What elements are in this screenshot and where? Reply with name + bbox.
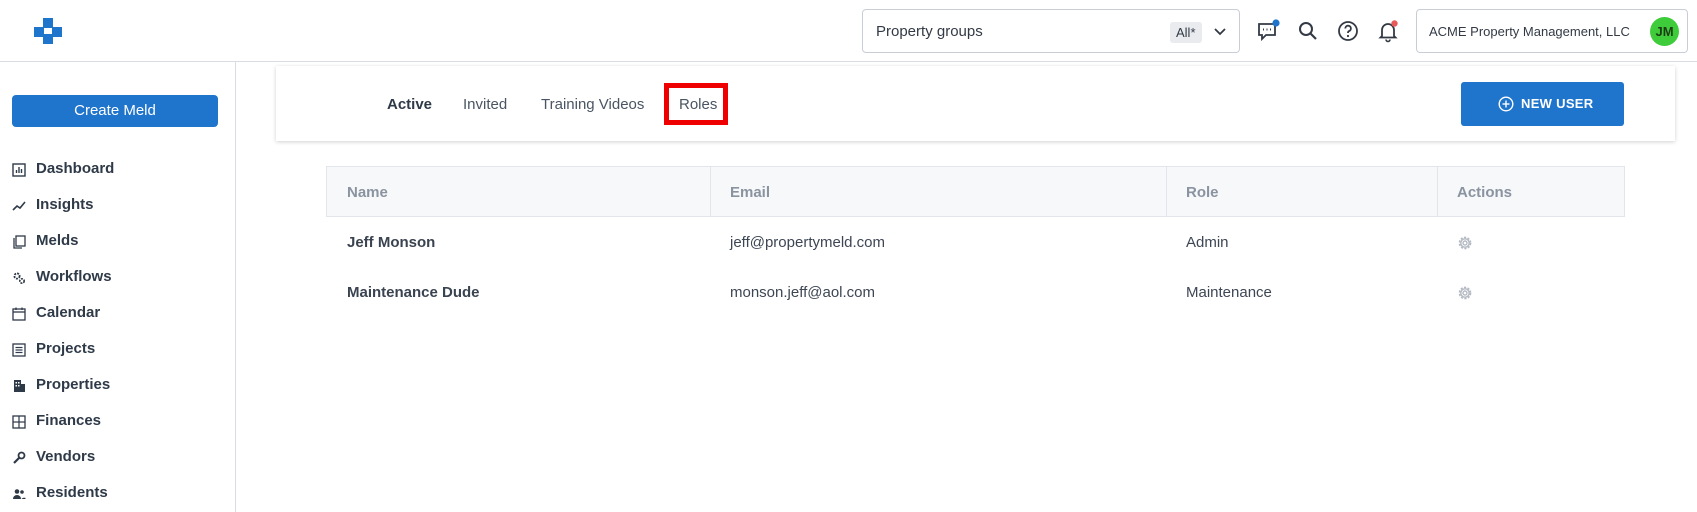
residents-icon [13, 489, 26, 499]
search-icon[interactable] [1296, 19, 1320, 43]
property-groups-badge: All* [1170, 22, 1202, 43]
property-groups-label: Property groups [876, 23, 983, 40]
sidebar-item-label: Finances [36, 412, 102, 429]
sidebar-item-label: Projects [36, 340, 96, 357]
column-header-actions: Actions [1457, 184, 1513, 201]
sidebar-item-label: Properties [36, 376, 111, 393]
vendors-icon [13, 451, 26, 464]
sidebar-item-properties[interactable]: Properties [12, 374, 222, 398]
user-role: Admin [1186, 234, 1229, 251]
tab-active[interactable]: Active [387, 96, 432, 113]
chat-icon[interactable] [1256, 19, 1280, 43]
table-header: Name Email Role Actions [326, 166, 1625, 217]
column-header-name[interactable]: Name [347, 184, 388, 201]
sidebar-item-projects[interactable]: Projects [12, 338, 222, 362]
tab-roles[interactable]: Roles [679, 96, 717, 113]
property-groups-select[interactable]: Property groups All* [862, 9, 1240, 53]
melds-icon [13, 235, 26, 249]
new-user-button[interactable]: NEW USER [1461, 82, 1624, 126]
sidebar-item-calendar[interactable]: Calendar [12, 302, 222, 326]
users-table: Name Email Role Actions Jeff Monson jeff… [326, 166, 1625, 317]
sidebar-item-residents[interactable]: Residents [12, 482, 222, 506]
tab-invited[interactable]: Invited [463, 96, 507, 113]
sidebar-item-finances[interactable]: Finances [12, 410, 222, 434]
column-header-role[interactable]: Role [1186, 184, 1219, 201]
user-name[interactable]: Maintenance Dude [347, 284, 480, 301]
sidebar-item-label: Residents [36, 484, 108, 501]
sidebar-item-vendors[interactable]: Vendors [12, 446, 222, 470]
help-icon[interactable] [1336, 19, 1360, 43]
user-email: jeff@propertymeld.com [730, 234, 886, 251]
column-divider [1166, 167, 1167, 216]
chevron-down-icon [1214, 28, 1226, 36]
workflows-icon [13, 272, 26, 285]
create-meld-button[interactable]: Create Meld [12, 95, 218, 127]
properties-icon [14, 380, 25, 392]
sidebar-item-label: Vendors [36, 448, 96, 465]
sidebar-item-label: Melds [36, 232, 79, 249]
sidebar-item-label: Insights [36, 196, 94, 213]
sidebar-item-label: Dashboard [36, 160, 115, 177]
sidebar-item-dashboard[interactable]: Dashboard [12, 158, 222, 182]
projects-icon [12, 343, 26, 357]
column-divider [710, 167, 711, 216]
table-row: Maintenance Dude monson.jeff@aol.com Mai… [326, 267, 1625, 317]
dashboard-icon [12, 163, 26, 177]
top-bar: Property groups All* ACME Property Manag… [0, 0, 1697, 62]
sidebar-item-insights[interactable]: Insights [12, 194, 222, 218]
column-header-email[interactable]: Email [730, 184, 770, 201]
user-email: monson.jeff@aol.com [730, 284, 876, 301]
account-name: ACME Property Management, LLC [1429, 24, 1630, 39]
finances-icon [12, 415, 26, 429]
sidebar-item-workflows[interactable]: Workflows [12, 266, 222, 290]
avatar[interactable]: JM [1650, 17, 1679, 46]
gear-icon[interactable] [1455, 233, 1475, 253]
user-role: Maintenance [1186, 284, 1272, 301]
new-user-label: NEW USER [1521, 96, 1594, 111]
sidebar-item-melds[interactable]: Melds [12, 230, 222, 254]
sidebar-item-label: Workflows [36, 268, 112, 285]
users-tab-bar: Active Invited Training Videos Roles NEW… [276, 66, 1675, 141]
tab-training-videos[interactable]: Training Videos [541, 96, 644, 113]
column-divider [1437, 167, 1438, 216]
account-switcher[interactable]: ACME Property Management, LLC JM [1416, 9, 1688, 53]
insights-icon [12, 201, 26, 211]
plus-circle-icon [1498, 96, 1514, 112]
bell-icon[interactable] [1376, 19, 1400, 43]
sidebar: Create Meld Dashboard Insights Melds Wor… [0, 62, 236, 512]
sidebar-item-label: Calendar [36, 304, 101, 321]
logo-icon[interactable] [34, 18, 62, 44]
calendar-icon [12, 307, 26, 321]
gear-icon[interactable] [1455, 283, 1475, 303]
table-row: Jeff Monson jeff@propertymeld.com Admin [326, 217, 1625, 267]
user-name[interactable]: Jeff Monson [347, 234, 435, 251]
